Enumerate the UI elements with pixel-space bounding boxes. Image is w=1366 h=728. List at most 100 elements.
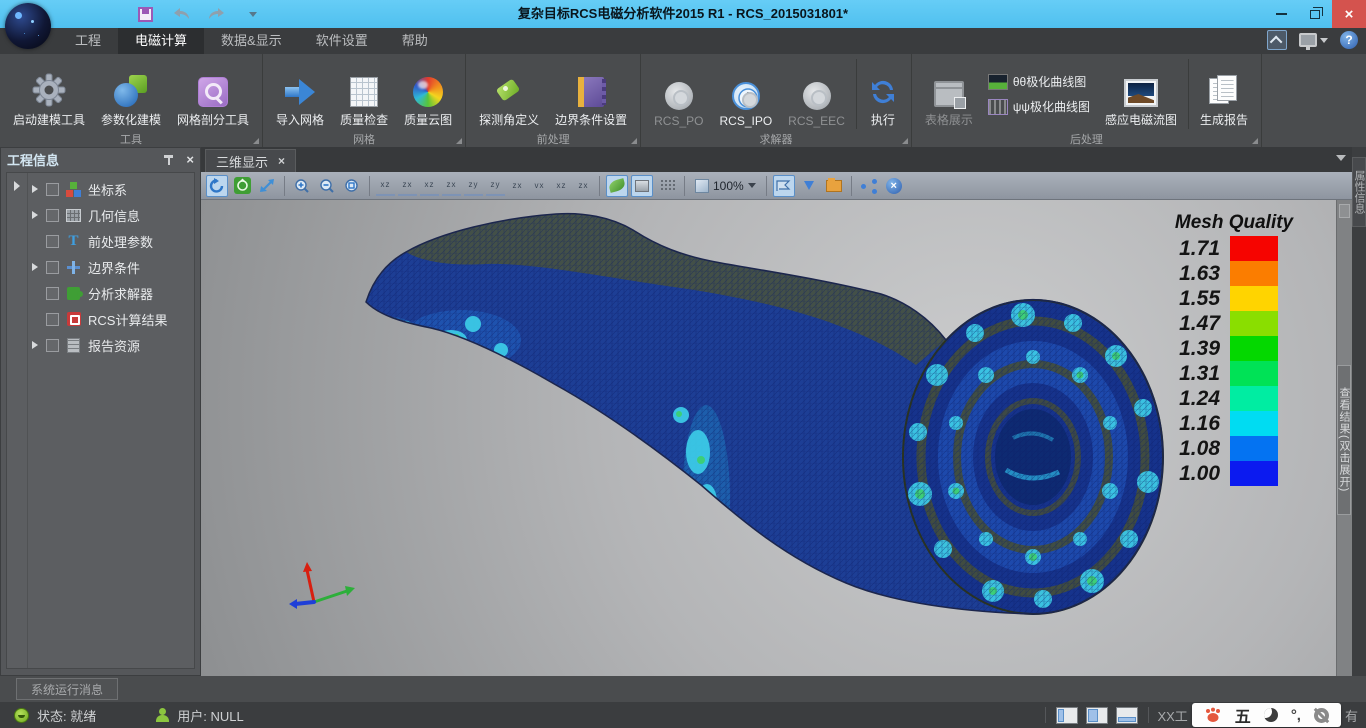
zoom-fit-button[interactable] (341, 175, 363, 197)
checkbox[interactable] (46, 261, 59, 274)
group-expand-icon[interactable] (1252, 138, 1258, 144)
group-expand-icon[interactable] (902, 138, 908, 144)
tree-item-report-resources[interactable]: 报告资源 (28, 332, 194, 358)
quality-check-button[interactable]: 质量检查 (333, 58, 395, 130)
quality-cloud-button[interactable]: 质量云图 (397, 58, 459, 130)
layout-bottom-button[interactable] (1116, 707, 1138, 724)
app-logo[interactable] (5, 3, 51, 49)
ime-moon-icon[interactable] (1264, 708, 1278, 722)
wireframe-view-button[interactable] (631, 175, 653, 197)
close-view-button[interactable]: × (883, 175, 905, 197)
restore-button[interactable] (1298, 0, 1332, 28)
rcs-ipo-button[interactable]: RCS_IPO (712, 58, 779, 130)
checkbox[interactable] (46, 313, 59, 326)
generate-report-button[interactable]: 生成报告 (1193, 58, 1255, 130)
view-bottom-button[interactable]: zy (486, 176, 505, 196)
menu-tab-settings[interactable]: 软件设置 (299, 28, 385, 54)
table-display-button[interactable]: 表格展示 (918, 58, 980, 130)
mesh-tool-button[interactable]: 网格剖分工具 (170, 58, 256, 130)
gutter-expand-icon[interactable] (14, 181, 20, 191)
close-button[interactable]: × (1332, 0, 1366, 28)
ribbon-collapse-icon[interactable] (1267, 30, 1287, 50)
checkbox[interactable] (46, 235, 59, 248)
expander-icon[interactable] (32, 185, 38, 193)
probe-angle-button[interactable]: 探测角定义 (472, 58, 546, 130)
rcs-po-button[interactable]: RCS_PO (647, 58, 710, 130)
layout-left-rail-button[interactable] (1056, 707, 1078, 724)
minimize-button[interactable] (1264, 0, 1298, 28)
zoom-in-button[interactable] (291, 175, 313, 197)
viewport-3d[interactable]: Mesh Quality 1.71 1.63 1.55 1.47 1.39 (201, 200, 1336, 676)
checkbox[interactable] (46, 339, 59, 352)
view-iso4-button[interactable]: zx (574, 176, 593, 196)
tab-overflow-icon[interactable] (1336, 155, 1346, 161)
view-top-button[interactable]: zy (464, 176, 483, 196)
tree-item-rcs-results[interactable]: RCS计算结果 (28, 306, 194, 332)
view-lock-button[interactable] (773, 175, 795, 197)
zoom-level-control[interactable]: 100% (691, 179, 760, 193)
ime-toolbar[interactable]: 五 °, (1192, 703, 1341, 727)
shaded-view-button[interactable] (606, 175, 628, 197)
execute-button[interactable]: 执行 (861, 58, 905, 130)
view-results-tab[interactable]: 查看结果(双击展开) (1337, 365, 1351, 515)
pan-button[interactable] (256, 175, 278, 197)
view-iso3-button[interactable]: xz (552, 176, 571, 196)
tree-item-geometry-info[interactable]: 几何信息 (28, 202, 194, 228)
pin-icon[interactable] (162, 153, 176, 167)
view-iso1-button[interactable]: zx (508, 176, 527, 196)
ime-mode-label[interactable]: 五 (1235, 703, 1251, 727)
checkbox[interactable] (46, 183, 59, 196)
menu-tab-data-display[interactable]: 数据&显示 (204, 28, 299, 54)
view-back-button[interactable]: zx (398, 176, 417, 196)
expander-icon[interactable] (32, 211, 38, 219)
induction-current-map-button[interactable]: 感应电磁流图 (1098, 58, 1184, 130)
property-info-tab[interactable]: 属性信息 (1352, 157, 1366, 227)
zoom-out-button[interactable] (316, 175, 338, 197)
download-view-button[interactable] (798, 175, 820, 197)
checkbox[interactable] (46, 209, 59, 222)
toolbar-separator (369, 176, 370, 196)
button-label: 感应电磁流图 (1105, 111, 1177, 128)
tree-item-preprocess-params[interactable]: T 前处理参数 (28, 228, 194, 254)
rcs-eec-button[interactable]: RCS_EEC (781, 58, 852, 130)
tab-3d-display[interactable]: 三维显示 × (205, 149, 296, 172)
expander-icon[interactable] (32, 341, 38, 349)
menu-tab-help[interactable]: 帮助 (385, 28, 445, 54)
help-icon[interactable]: ? (1340, 31, 1358, 49)
view-iso2-button[interactable]: vx (530, 176, 549, 196)
menu-tab-project[interactable]: 工程 (58, 28, 118, 54)
expander-icon[interactable] (32, 263, 38, 271)
group-expand-icon[interactable] (631, 138, 637, 144)
group-expand-icon[interactable] (253, 138, 259, 144)
message-row: 系统运行消息 (0, 676, 1366, 702)
ime-settings-icon[interactable] (1314, 708, 1329, 723)
view-right-button[interactable]: zx (442, 176, 461, 196)
ime-punct-label[interactable]: °, (1291, 707, 1301, 724)
view-left-button[interactable]: xz (420, 176, 439, 196)
boundary-condition-button[interactable]: 边界条件设置 (548, 58, 634, 130)
group-expand-icon[interactable] (456, 138, 462, 144)
rail-mini-icon[interactable] (1339, 204, 1350, 218)
menu-tab-em-calc[interactable]: 电磁计算 (118, 28, 204, 54)
share-view-button[interactable] (858, 175, 880, 197)
points-view-button[interactable] (656, 175, 678, 197)
launch-modeling-tool-button[interactable]: 启动建模工具 (6, 58, 92, 130)
rotate-view-button[interactable] (206, 175, 228, 197)
tree-item-analysis-solver[interactable]: 分析求解器 (28, 280, 194, 306)
panel-close-icon[interactable]: × (186, 152, 194, 167)
system-message-tab[interactable]: 系统运行消息 (16, 678, 118, 700)
tree-item-boundary-conditions[interactable]: 边界条件 (28, 254, 194, 280)
layout-left-half-button[interactable] (1086, 707, 1108, 724)
import-mesh-button[interactable]: 导入网格 (269, 58, 331, 130)
tag-icon (494, 77, 524, 107)
psi-polar-plot-button[interactable]: ψψ极化曲线图 (988, 98, 1090, 115)
tree-item-coordinate-system[interactable]: 坐标系 (28, 176, 194, 202)
theta-polar-plot-button[interactable]: θθ极化曲线图 (988, 73, 1090, 90)
tab-close-icon[interactable]: × (278, 154, 285, 168)
view-front-button[interactable]: xz (376, 176, 395, 196)
orbit-button[interactable] (231, 175, 253, 197)
checkbox[interactable] (46, 287, 59, 300)
display-mode-button[interactable] (1299, 33, 1328, 47)
layers-button[interactable] (823, 175, 845, 197)
parametric-modeling-button[interactable]: 参数化建模 (94, 58, 168, 130)
